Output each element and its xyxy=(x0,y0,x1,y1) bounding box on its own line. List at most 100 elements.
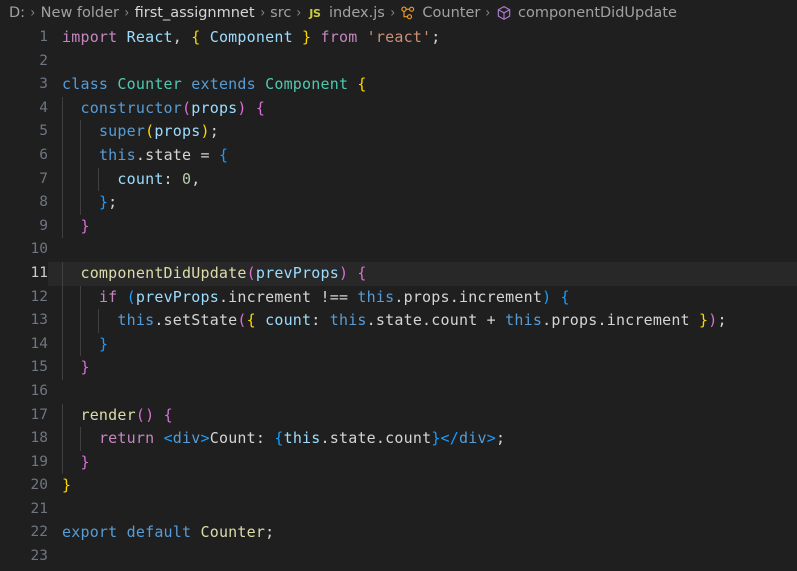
line-number: 1 xyxy=(39,29,48,45)
breadcrumb-item-label: New folder xyxy=(40,5,119,21)
code-line[interactable]: 10 xyxy=(0,238,797,262)
code-line[interactable]: 23 xyxy=(0,545,797,569)
code-line-content[interactable]: export default Counter; xyxy=(48,521,797,545)
js-file-icon: JS xyxy=(309,6,321,20)
code-tokens xyxy=(62,50,797,74)
breadcrumb-separator: › xyxy=(485,5,491,21)
code-line[interactable]: 13 this.setState({ count: this.state.cou… xyxy=(0,309,797,333)
code-tokens xyxy=(62,498,797,522)
breadcrumb-item-componentdidupdate[interactable]: componentDidUpdate xyxy=(495,5,678,21)
breadcrumb: D: › New folder › first_assignmnet › src › JS ind… xyxy=(0,0,797,26)
line-number: 23 xyxy=(30,548,48,565)
code-tokens: } xyxy=(80,216,90,235)
line-number: 8 xyxy=(39,194,48,211)
breadcrumb-item-label: index.js xyxy=(328,5,385,21)
code-line-content[interactable] xyxy=(48,238,797,262)
code-line[interactable]: 16 xyxy=(0,380,797,404)
code-tokens: this.state = { xyxy=(98,145,229,164)
code-line[interactable]: 21 xyxy=(0,498,797,522)
code-line[interactable]: 19 } xyxy=(0,450,797,475)
line-number: 2 xyxy=(39,52,48,69)
code-line[interactable]: 14 } xyxy=(0,332,797,357)
line-number: 20 xyxy=(30,477,48,494)
breadcrumb-separator: › xyxy=(390,5,396,21)
code-line-content[interactable]: this.state = { xyxy=(48,143,797,168)
breadcrumb-separator: › xyxy=(259,5,265,21)
line-number: 13 xyxy=(30,312,48,329)
code-line-content[interactable]: if (prevProps.increment !== this.props.i… xyxy=(48,285,797,310)
code-line[interactable]: 4 constructor(props) { xyxy=(0,96,797,121)
code-editor[interactable]: 1 import React, { Component } from 'react… xyxy=(0,26,797,571)
code-line[interactable]: 15 } xyxy=(0,356,797,380)
code-line-content[interactable]: componentDidUpdate(prevProps) { xyxy=(48,261,797,286)
code-line-content[interactable]: } xyxy=(48,450,797,475)
code-line-content[interactable] xyxy=(48,380,797,404)
code-line-content[interactable]: import React, { Component } from 'react'… xyxy=(48,26,797,50)
line-number: 4 xyxy=(39,99,48,116)
line-number: 11 xyxy=(30,264,48,281)
code-tokens: } xyxy=(80,358,90,377)
code-line[interactable]: 20} xyxy=(0,474,797,498)
code-line-content[interactable] xyxy=(48,545,797,569)
code-tokens xyxy=(62,238,797,262)
code-tokens: count: 0, xyxy=(117,169,201,188)
breadcrumb-item-first-assignmnet[interactable]: first_assignmnet xyxy=(134,5,256,21)
breadcrumb-item-label: componentDidUpdate xyxy=(517,5,677,21)
code-line[interactable]: 1 import React, { Component } from 'react… xyxy=(0,26,797,50)
code-line[interactable]: 22 export default Counter; xyxy=(0,521,797,545)
code-line[interactable]: 2 xyxy=(0,50,797,74)
code-line[interactable]: 18 return <div>Count: {this.state.count}… xyxy=(0,427,797,451)
code-line-content[interactable]: } xyxy=(48,474,797,498)
code-tokens: constructor(props) { xyxy=(80,98,266,117)
line-number: 19 xyxy=(30,453,48,470)
code-line-content[interactable]: } xyxy=(48,332,797,357)
line-number: 21 xyxy=(30,500,48,517)
code-tokens: export default Counter; xyxy=(62,523,275,542)
code-tokens: if (prevProps.increment !== this.props.i… xyxy=(98,287,570,306)
breadcrumb-item-src[interactable]: src xyxy=(269,5,292,21)
code-line-content[interactable]: constructor(props) { xyxy=(48,96,797,121)
line-number: 10 xyxy=(30,241,48,258)
code-line-content[interactable]: class Counter extends Component { xyxy=(48,73,797,97)
breadcrumb-item-new-folder[interactable]: New folder xyxy=(40,5,120,21)
code-line-content[interactable]: this.setState({ count: this.state.count … xyxy=(48,309,797,333)
code-line[interactable]: 7 count: 0, xyxy=(0,167,797,192)
line-number: 15 xyxy=(30,359,48,376)
code-tokens: import React, { Component } from 'react'… xyxy=(62,28,441,46)
code-line[interactable]: 3 class Counter extends Component { xyxy=(0,73,797,97)
code-tokens: return <div>Count: {this.state.count}</d… xyxy=(98,429,506,448)
code-tokens: } xyxy=(62,476,72,495)
line-number: 17 xyxy=(30,406,48,423)
code-line-content[interactable] xyxy=(48,50,797,74)
line-number: 18 xyxy=(30,430,48,447)
code-tokens: }; xyxy=(98,193,118,212)
code-tokens: render() { xyxy=(80,405,173,424)
code-tokens: } xyxy=(80,452,90,471)
code-tokens: componentDidUpdate(prevProps) { xyxy=(80,263,367,282)
code-line[interactable]: 6 this.state = { xyxy=(0,143,797,168)
code-line-content[interactable]: render() { xyxy=(48,403,797,428)
breadcrumb-item-d[interactable]: D: xyxy=(8,5,26,21)
breadcrumb-separator: › xyxy=(124,5,130,21)
code-line[interactable]: 5 super(props); xyxy=(0,120,797,144)
code-line-content[interactable]: }; xyxy=(48,191,797,215)
code-line[interactable]: 17 render() { xyxy=(0,403,797,428)
breadcrumb-item-index-js[interactable]: JS index.js xyxy=(306,5,386,21)
code-line[interactable]: 8 }; xyxy=(0,191,797,215)
code-tokens xyxy=(62,380,797,404)
code-line-content[interactable]: super(props); xyxy=(48,120,797,144)
line-number: 6 xyxy=(39,146,48,163)
code-line-content[interactable]: count: 0, xyxy=(48,167,797,192)
code-line[interactable]: 9 } xyxy=(0,214,797,239)
code-line-content[interactable] xyxy=(48,498,797,522)
breadcrumb-item-counter[interactable]: Counter xyxy=(399,5,481,21)
code-line[interactable]: 12 if (prevProps.increment !== this.prop… xyxy=(0,285,797,310)
code-line-content[interactable]: return <div>Count: {this.state.count}</d… xyxy=(48,427,797,451)
code-line-content[interactable]: } xyxy=(48,356,797,380)
line-number: 16 xyxy=(30,382,48,399)
code-line[interactable]: 11 componentDidUpdate(prevProps) { xyxy=(0,261,797,286)
line-number: 22 xyxy=(30,524,48,541)
code-line-content[interactable]: } xyxy=(48,214,797,239)
symbol-class-icon xyxy=(400,5,416,21)
breadcrumb-item-label: first_assignmnet xyxy=(134,5,255,21)
